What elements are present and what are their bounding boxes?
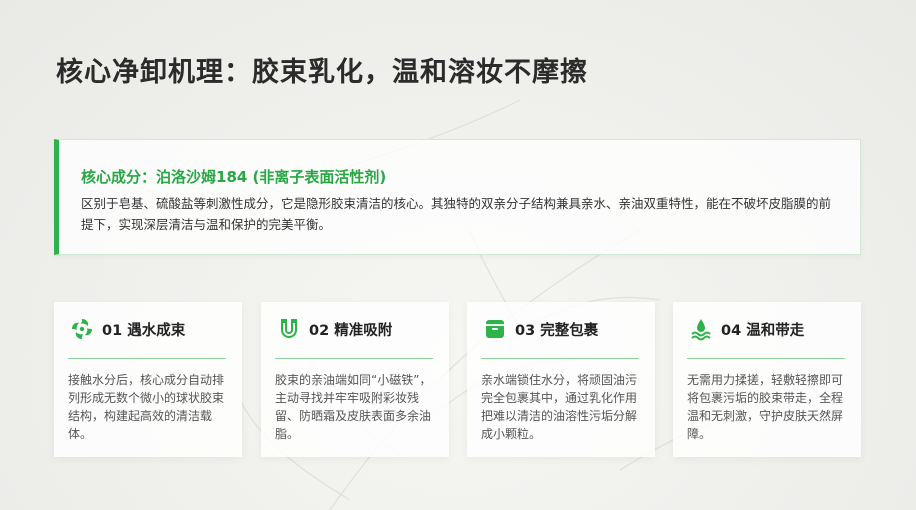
box-icon: [483, 317, 507, 341]
step-card-title: 02 精准吸附: [309, 322, 393, 339]
step-card-title: 03 完整包裹: [515, 322, 599, 339]
step-card-1: 01 遇水成束 接触水分后，核心成分自动排列形成无数个微小的球状胶束结构，构建起…: [54, 302, 242, 457]
step-card-text: 接触水分后，核心成分自动排列形成无数个微小的球状胶束结构，构建起高效的清洁载体。: [68, 373, 225, 441]
card-divider: [687, 358, 845, 359]
water-drop-icon: [689, 317, 713, 341]
step-card-text: 亲水端锁住水分，将顽固油污完全包裹其中，通过乳化作用把难以清洁的油溶性污垢分解成…: [481, 373, 638, 441]
step-card-text: 胶束的亲油端如同“小磁铁”，主动寻找并牢牢吸附彩妆残留、防晒霜及皮肤表面多余油脂…: [275, 373, 432, 441]
core-ingredient-description: 区别于皂基、硫酸盐等刺激性成分，它是隐形胶束清洁的核心。其独特的双亲分子结构兼具…: [81, 196, 832, 232]
core-ingredient-heading: 核心成分：泊洛沙姆184 (非离子表面活性剂): [81, 168, 387, 186]
step-card-4: 04 温和带走 无需用力揉搓，轻敷轻擦即可将包裹污垢的胶束带走，全程温和无刺激，…: [673, 302, 861, 457]
card-divider: [481, 358, 639, 359]
core-ingredient-panel: 核心成分：泊洛沙姆184 (非离子表面活性剂) 区别于皂基、硫酸盐等刺激性成分，…: [54, 139, 861, 255]
swirl-icon: [70, 317, 94, 341]
card-divider: [68, 358, 226, 359]
step-card-2: 02 精准吸附 胶束的亲油端如同“小磁铁”，主动寻找并牢牢吸附彩妆残留、防晒霜及…: [261, 302, 449, 457]
step-card-title: 01 遇水成束: [102, 322, 186, 339]
step-card-3: 03 完整包裹 亲水端锁住水分，将顽固油污完全包裹其中，通过乳化作用把难以清洁的…: [467, 302, 655, 457]
step-card-text: 无需用力揉搓，轻敷轻擦即可将包裹污垢的胶束带走，全程温和无刺激，守护皮肤天然屏障…: [687, 373, 844, 441]
page-title: 核心净卸机理：胶束乳化，温和溶妆不摩擦: [56, 57, 588, 88]
magnet-icon: [277, 317, 301, 341]
card-divider: [275, 358, 433, 359]
step-card-title: 04 温和带走: [721, 322, 805, 339]
